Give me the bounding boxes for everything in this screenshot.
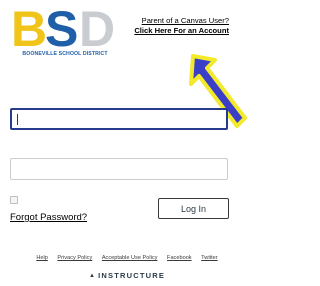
parent-account-prompt: Parent of a Canvas User? Click Here For … — [134, 16, 229, 35]
footer-links: Help Privacy Policy Acceptable Use Polic… — [0, 255, 254, 261]
footer-link-facebook[interactable]: Facebook — [167, 255, 192, 261]
text-cursor — [17, 114, 18, 125]
remember-me-checkbox[interactable] — [10, 196, 18, 204]
svg-text:D: D — [79, 4, 115, 50]
forgot-password-link[interactable]: Forgot Password? — [10, 212, 87, 223]
username-input[interactable] — [10, 108, 228, 130]
parent-account-link[interactable]: Click Here For an Account — [134, 26, 229, 36]
bsd-logo-icon: B S D — [11, 4, 115, 50]
district-logo: B S D BOONEVILLE SCHOOL DISTRICT — [9, 4, 121, 62]
footer-link-privacy[interactable]: Privacy Policy — [57, 255, 92, 261]
svg-text:S: S — [45, 4, 78, 50]
parent-question: Parent of a Canvas User? — [141, 16, 229, 25]
password-input[interactable] — [10, 158, 228, 180]
footer-link-acceptable-use[interactable]: Acceptable Use Policy — [102, 255, 158, 261]
district-name: BOONEVILLE SCHOOL DISTRICT — [22, 51, 108, 57]
instructure-brand: ▲ INSTRUCTURE — [0, 271, 254, 280]
instructure-logo-icon: ▲ — [88, 273, 97, 279]
instructure-wordmark: INSTRUCTURE — [98, 271, 166, 280]
footer-link-twitter[interactable]: Twitter — [201, 255, 217, 261]
svg-text:B: B — [11, 4, 47, 50]
login-button[interactable]: Log In — [158, 198, 229, 219]
footer-link-help[interactable]: Help — [36, 255, 48, 261]
